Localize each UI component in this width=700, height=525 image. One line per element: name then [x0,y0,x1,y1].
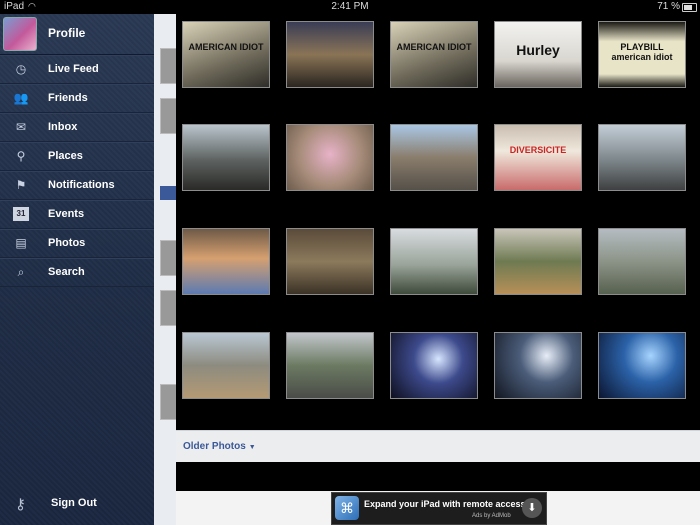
flag-icon: ⚑ [15,178,27,192]
photo-thumbnail[interactable] [494,228,582,295]
sidebar-item-photos[interactable]: ▤ Photos [0,229,154,258]
photo-caption: AMERICAN IDIOT [188,42,264,52]
photo-thumbnail[interactable] [390,124,478,191]
sidebar-profile[interactable]: Profile [0,14,154,55]
search-icon: ⌕ [17,265,25,279]
photo-thumbnail[interactable] [390,228,478,295]
photo-thumbnail[interactable]: PLAYBILL american idiot [598,21,686,88]
photo-thumbnail[interactable] [286,124,374,191]
sign-out-label: Sign Out [51,497,97,509]
pin-icon: ⚲ [16,149,26,163]
photo-thumbnail[interactable] [182,228,270,295]
photo-thumbnail[interactable]: AMERICAN IDIOT [390,21,478,88]
photo-thumbnail[interactable] [182,124,270,191]
sidebar-item-live-feed[interactable]: ◷ Live Feed [0,55,154,84]
clock-text: 2:41 PM [331,1,369,12]
sidebar-menu: ◷ Live Feed 👥 Friends ✉ Inbox ⚲ Places ⚑… [0,55,154,287]
calendar-icon: 31 [13,207,29,221]
photo-thumbnail[interactable] [598,124,686,191]
envelope-icon: ✉ [15,120,27,134]
photo-grid: AMERICAN IDIOT AMERICAN IDIOT Hurley PLA… [176,14,700,430]
photo-caption: DIVERSICITE [509,145,567,155]
sidebar-item-label: Photos [48,237,86,249]
older-photos-label: Older Photos [183,441,246,452]
sidebar-item-events[interactable]: 31 Events [0,200,154,229]
older-photos-bar: Older Photos ▼ [176,430,700,463]
sidebar-item-notifications[interactable]: ⚑ Notifications [0,171,154,200]
ad-title: Expand your iPad with remote access [364,499,526,509]
sidebar-item-label: Search [48,266,85,278]
remote-access-app-icon: ⌘ [335,496,359,520]
photo-thumbnail[interactable] [598,332,686,399]
avatar [3,17,37,51]
sidebar-item-friends[interactable]: 👥 Friends [0,84,154,113]
sidebar-item-search[interactable]: ⌕ Search [0,258,154,287]
sidebar-item-label: Events [48,208,85,220]
photo-thumbnail[interactable] [494,332,582,399]
photo-thumbnail[interactable] [598,228,686,295]
older-photos-button[interactable]: Older Photos ▼ [183,441,256,452]
sidebar-item-label: Live Feed [48,63,99,75]
sidebar-item-label: Notifications [48,179,115,191]
sidebar-item-label: Places [48,150,83,162]
photo-thumbnail[interactable]: DIVERSICITE [494,124,582,191]
photo-thumbnail[interactable]: AMERICAN IDIOT [182,21,270,88]
clock-icon: ◷ [15,62,27,76]
sidebar: Profile ◷ Live Feed 👥 Friends ✉ Inbox ⚲ … [0,14,154,525]
feed-link-badge [160,186,176,200]
photo-caption: PLAYBILL american idiot [611,42,673,62]
underlying-feed-strip [154,14,178,525]
photo-thumbnail[interactable] [182,332,270,399]
photo-caption: AMERICAN IDIOT [396,42,472,52]
photo-thumbnail[interactable] [390,332,478,399]
photos-icon: ▤ [15,236,27,250]
sidebar-item-label: Friends [48,92,88,104]
sign-out-button[interactable]: ⚷ Sign Out [0,490,154,520]
download-arrow-icon[interactable]: ⬇ [522,498,542,518]
battery-icon [682,3,697,12]
profile-label: Profile [48,26,86,40]
dropdown-arrow-icon: ▼ [248,444,256,451]
photo-thumbnail[interactable] [286,21,374,88]
spacer-band [176,462,700,491]
ad-banner[interactable]: ⌘ Expand your iPad with remote access Ad… [331,492,547,525]
photo-thumbnail[interactable]: Hurley [494,21,582,88]
photo-thumbnail[interactable] [286,332,374,399]
status-bar: iPad ◠ 2:41 PM 71 % [0,0,700,14]
friends-icon: 👥 [13,91,29,105]
sidebar-item-label: Inbox [48,121,78,133]
sidebar-item-places[interactable]: ⚲ Places [0,142,154,171]
key-icon: ⚷ [15,496,26,513]
photo-caption: Hurley [516,42,560,58]
photo-thumbnail[interactable] [286,228,374,295]
sidebar-item-inbox[interactable]: ✉ Inbox [0,113,154,142]
ad-source: Ads by AdMob [472,513,511,519]
battery-percent: 71 % [657,1,680,12]
